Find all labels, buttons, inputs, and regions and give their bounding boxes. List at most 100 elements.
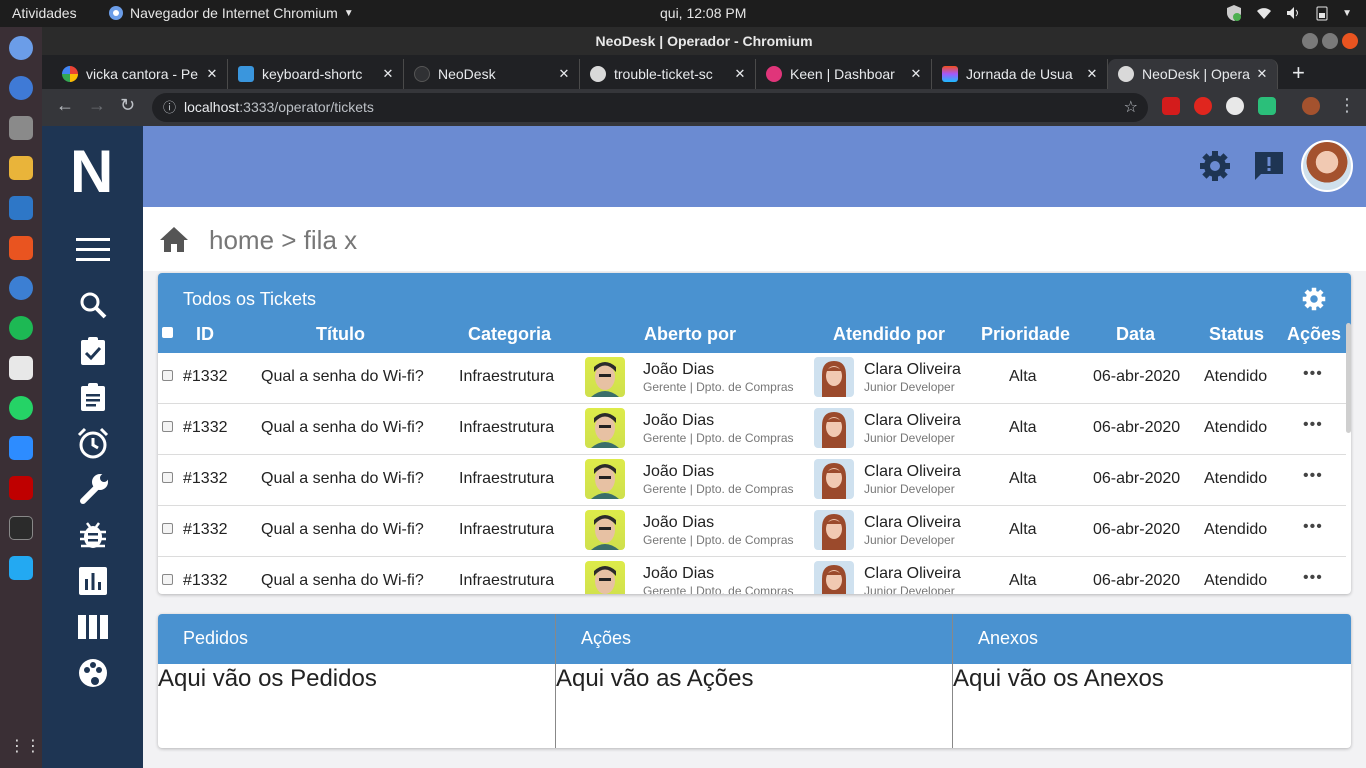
bookmark-star-icon[interactable]: ☆ xyxy=(1124,93,1138,122)
maximize-button[interactable] xyxy=(1322,33,1338,49)
minimize-button[interactable] xyxy=(1302,33,1318,49)
close-tab-icon[interactable]: ✕ xyxy=(379,66,397,82)
column-header-aberto-por[interactable]: Aberto por xyxy=(644,324,736,345)
activities-button[interactable]: Atividades xyxy=(12,5,77,21)
files-icon[interactable] xyxy=(9,116,33,140)
browser-tab[interactable]: Jornada de Usua ✕ xyxy=(932,59,1108,89)
chart-icon[interactable] xyxy=(76,564,110,598)
column-header-prioridade[interactable]: Prioridade xyxy=(981,324,1070,345)
menu-icon[interactable] xyxy=(76,233,110,267)
close-tab-icon[interactable]: ✕ xyxy=(203,66,221,82)
row-checkbox[interactable] xyxy=(162,574,173,585)
browser-tab[interactable]: vicka cantora - Pe ✕ xyxy=(52,59,228,89)
row-checkbox[interactable] xyxy=(162,421,173,432)
whatsapp-icon[interactable] xyxy=(9,396,33,420)
browser-tab[interactable]: keyboard-shortc ✕ xyxy=(228,59,404,89)
more-actions-icon[interactable]: ••• xyxy=(1303,518,1323,536)
wrench-icon[interactable] xyxy=(76,472,110,506)
back-arrow-icon[interactable]: ← xyxy=(56,95,74,116)
column-header-id[interactable]: ID xyxy=(196,324,214,345)
writer-icon[interactable] xyxy=(9,196,33,220)
columns-icon[interactable] xyxy=(76,610,110,644)
show-apps-icon[interactable]: ⋮⋮ xyxy=(9,736,41,760)
user-avatar[interactable] xyxy=(1301,140,1353,192)
chromium-icon[interactable] xyxy=(9,36,33,60)
column-header-titulo[interactable]: Título xyxy=(316,324,365,345)
table-row[interactable]: #1332 Qual a senha do Wi-fi? Infraestrutur… xyxy=(158,557,1346,594)
filezilla-icon[interactable] xyxy=(9,476,33,500)
search-icon[interactable] xyxy=(76,288,110,322)
app-menu[interactable]: Navegador de Internet Chromium ▼ xyxy=(108,5,354,21)
row-checkbox[interactable] xyxy=(162,523,173,534)
extension-icon[interactable] xyxy=(1226,97,1244,115)
table-row[interactable]: #1332 Qual a senha do Wi-fi? Infraestrutur… xyxy=(158,455,1346,506)
browser-tab[interactable]: Keen | Dashboar ✕ xyxy=(756,59,932,89)
column-header-data[interactable]: Data xyxy=(1116,324,1155,345)
slack-icon[interactable] xyxy=(9,356,33,380)
browser-tab[interactable]: NeoDesk ✕ xyxy=(404,59,580,89)
ticket-title[interactable]: Qual a senha do Wi-fi? xyxy=(261,572,424,590)
reload-icon[interactable]: ↻ xyxy=(120,95,135,116)
clock[interactable]: qui, 12:08 PM xyxy=(660,5,746,21)
column-header-acoes[interactable]: Ações xyxy=(1287,324,1341,345)
extension-icon[interactable] xyxy=(1162,97,1180,115)
help-icon[interactable] xyxy=(9,276,33,300)
ticket-title[interactable]: Qual a senha do Wi-fi? xyxy=(261,521,424,539)
address-bar[interactable]: ⓘ localhost:3333/operator/tickets ☆ xyxy=(152,93,1148,122)
breadcrumb[interactable]: home > fila x xyxy=(209,225,357,256)
settings-icon[interactable] xyxy=(1302,287,1326,311)
table-row[interactable]: #1332 Qual a senha do Wi-fi? Infraestrutur… xyxy=(158,506,1346,557)
logo[interactable]: N xyxy=(70,142,113,202)
row-checkbox[interactable] xyxy=(162,370,173,381)
alarm-icon[interactable] xyxy=(76,426,110,460)
vscode-icon[interactable] xyxy=(9,556,33,580)
ticket-status: Atendido xyxy=(1204,419,1268,436)
software-center-icon[interactable] xyxy=(9,236,33,260)
feedback-icon[interactable] xyxy=(1253,150,1285,182)
profile-icon[interactable] xyxy=(1302,97,1320,115)
column-header-categoria[interactable]: Categoria xyxy=(468,324,551,345)
close-tab-icon[interactable]: ✕ xyxy=(1253,66,1271,82)
assignment-done-icon[interactable] xyxy=(76,334,110,368)
bug-icon[interactable] xyxy=(76,518,110,552)
close-tab-icon[interactable]: ✕ xyxy=(555,66,573,82)
close-tab-icon[interactable]: ✕ xyxy=(1083,66,1101,82)
palette-icon[interactable] xyxy=(76,656,110,690)
table-scrollbar[interactable] xyxy=(1346,323,1351,433)
close-button[interactable] xyxy=(1342,33,1358,49)
table-row[interactable]: #1332 Qual a senha do Wi-fi? Infraestrutur… xyxy=(158,353,1346,404)
extension-icon[interactable] xyxy=(1258,97,1276,115)
app-menu-label: Navegador de Internet Chromium xyxy=(130,5,338,21)
thunderbird-icon[interactable] xyxy=(9,76,33,100)
select-all-checkbox[interactable] xyxy=(162,327,173,338)
info-icon[interactable]: ⓘ xyxy=(163,93,176,122)
system-tray[interactable]: ▼ xyxy=(1226,4,1352,22)
browser-tab-active[interactable]: NeoDesk | Opera ✕ xyxy=(1108,59,1278,89)
ticket-title[interactable]: Qual a senha do Wi-fi? xyxy=(261,368,424,386)
more-actions-icon[interactable]: ••• xyxy=(1303,569,1323,587)
zoom-icon[interactable] xyxy=(9,436,33,460)
forward-arrow-icon[interactable]: → xyxy=(88,95,106,116)
table-row[interactable]: #1332 Qual a senha do Wi-fi? Infraestrutur… xyxy=(158,404,1346,455)
ticket-id: #1332 xyxy=(183,368,228,385)
more-actions-icon[interactable]: ••• xyxy=(1303,416,1323,434)
clipboard-icon[interactable] xyxy=(76,380,110,414)
settings-icon[interactable] xyxy=(1199,150,1231,182)
close-tab-icon[interactable]: ✕ xyxy=(731,66,749,82)
new-tab-button[interactable]: + xyxy=(1292,60,1305,86)
spotify-icon[interactable] xyxy=(9,316,33,340)
column-header-atendido-por[interactable]: Atendido por xyxy=(833,324,945,345)
more-actions-icon[interactable]: ••• xyxy=(1303,467,1323,485)
row-checkbox[interactable] xyxy=(162,472,173,483)
browser-tab[interactable]: trouble-ticket-sc ✕ xyxy=(580,59,756,89)
more-actions-icon[interactable]: ••• xyxy=(1303,365,1323,383)
column-header-status[interactable]: Status xyxy=(1209,324,1264,345)
ticket-title[interactable]: Qual a senha do Wi-fi? xyxy=(261,470,424,488)
terminal-icon[interactable] xyxy=(9,516,33,540)
close-tab-icon[interactable]: ✕ xyxy=(907,66,925,82)
extension-icon[interactable] xyxy=(1194,97,1212,115)
ticket-title[interactable]: Qual a senha do Wi-fi? xyxy=(261,419,424,437)
home-icon[interactable] xyxy=(159,225,189,253)
rhythmbox-icon[interactable] xyxy=(9,156,33,180)
kebab-menu-icon[interactable]: ⋮ xyxy=(1338,95,1356,116)
